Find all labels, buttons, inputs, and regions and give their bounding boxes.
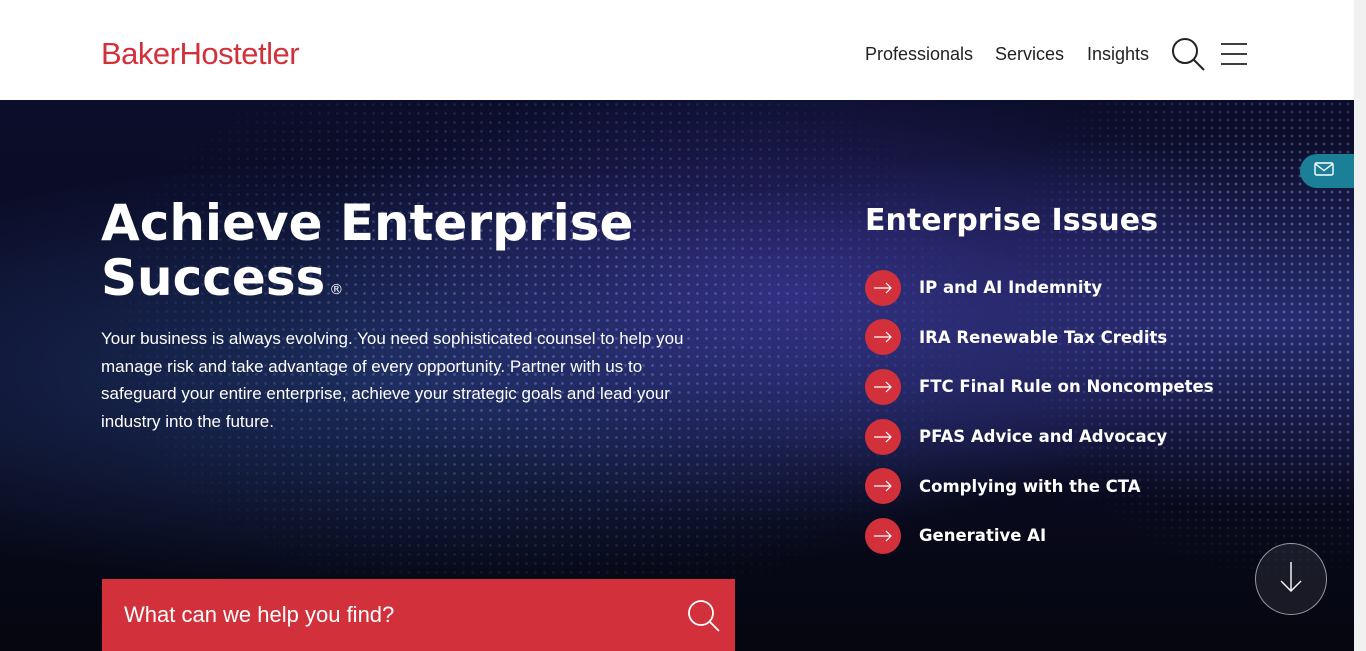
issue-generative-ai[interactable]: Generative AI xyxy=(865,511,1285,561)
site-header: BakerHostetler Professionals Services In… xyxy=(0,0,1354,100)
envelope-icon xyxy=(1314,161,1334,181)
issue-complying-cta[interactable]: Complying with the CTA xyxy=(865,461,1285,511)
hero-section: Achieve Enterprise Success ® Your busines… xyxy=(0,100,1354,651)
hero-search-input[interactable] xyxy=(124,597,664,633)
hero-search-box xyxy=(102,579,735,651)
scroll-down-button[interactable] xyxy=(1255,543,1327,615)
arrow-right-icon xyxy=(865,368,901,405)
issue-label: FTC Final Rule on Noncompetes xyxy=(919,377,1214,397)
issue-ftc-final-rule[interactable]: FTC Final Rule on Noncompetes xyxy=(865,362,1285,412)
site-logo[interactable]: BakerHostetler xyxy=(101,36,300,72)
nav-insights[interactable]: Insights xyxy=(1087,44,1149,65)
issue-ip-ai-indemnity[interactable]: IP and AI Indemnity xyxy=(865,263,1285,313)
issue-label: IP and AI Indemnity xyxy=(919,278,1103,298)
arrow-right-icon xyxy=(865,468,901,505)
arrow-right-icon xyxy=(865,269,901,306)
hero-description: Your business is always evolving. You ne… xyxy=(101,329,684,431)
hero-title: Achieve Enterprise Success ® xyxy=(101,194,634,307)
nav-services[interactable]: Services xyxy=(995,44,1064,65)
enterprise-issues-list: IP and AI Indemnity IRA Renewable Tax Cr… xyxy=(865,263,1285,561)
enterprise-issues-title: Enterprise Issues xyxy=(865,203,1158,238)
hamburger-menu-icon[interactable] xyxy=(1219,42,1249,66)
nav-professionals[interactable]: Professionals xyxy=(865,44,973,65)
arrow-down-icon xyxy=(1278,560,1304,599)
email-tab[interactable] xyxy=(1300,154,1354,188)
issue-label: PFAS Advice and Advocacy xyxy=(919,427,1168,447)
arrow-right-icon xyxy=(865,418,901,455)
arrow-right-icon xyxy=(865,517,901,554)
arrow-right-icon xyxy=(865,319,901,356)
registered-mark: ® xyxy=(329,282,344,298)
search-icon[interactable] xyxy=(686,598,722,634)
issue-ira-renewable-tax-credits[interactable]: IRA Renewable Tax Credits xyxy=(865,313,1285,363)
issue-label: Complying with the CTA xyxy=(919,476,1141,496)
search-icon[interactable] xyxy=(1170,36,1206,72)
issue-label: Generative AI xyxy=(919,526,1047,546)
issue-label: IRA Renewable Tax Credits xyxy=(919,327,1168,347)
issue-pfas-advice[interactable]: PFAS Advice and Advocacy xyxy=(865,412,1285,462)
page-scrollbar[interactable] xyxy=(1354,0,1366,651)
